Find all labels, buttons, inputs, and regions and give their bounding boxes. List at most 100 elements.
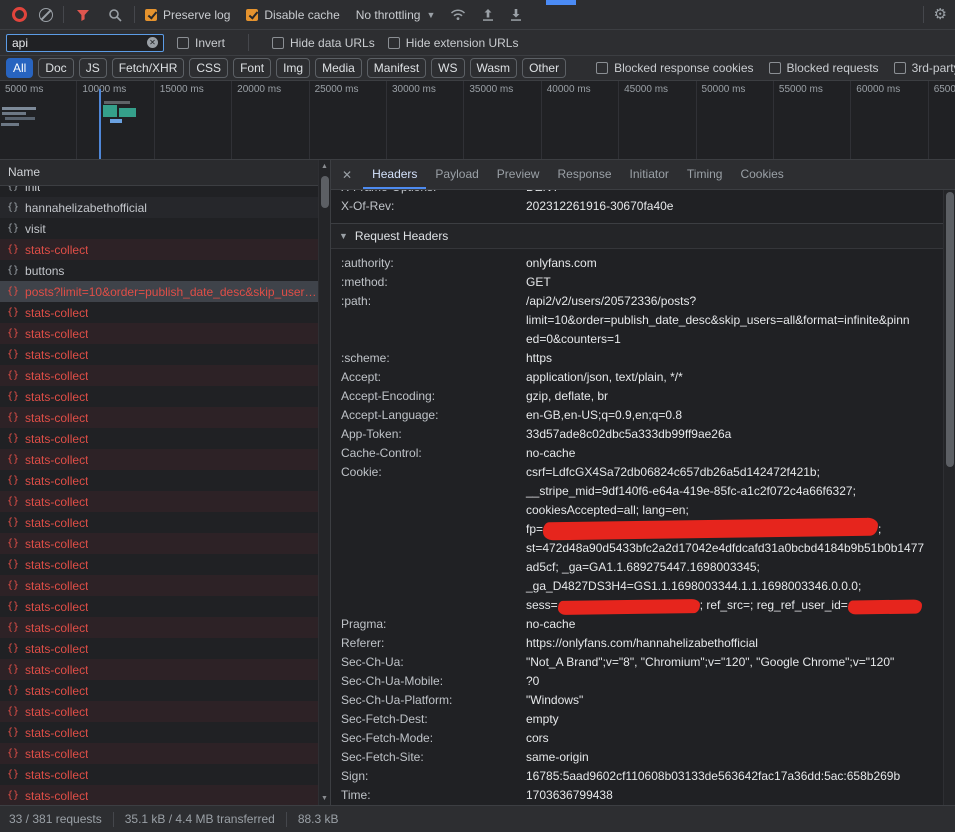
filter-chip-css[interactable]: CSS: [189, 58, 228, 78]
filter-chip-fetch-xhr[interactable]: Fetch/XHR: [112, 58, 185, 78]
filter-chip-all[interactable]: All: [6, 58, 33, 78]
request-row[interactable]: {}stats-collect: [0, 449, 318, 470]
export-har-icon[interactable]: [507, 6, 525, 24]
request-row[interactable]: {}stats-collect: [0, 302, 318, 323]
tab-cookies[interactable]: Cookies: [731, 160, 792, 189]
request-row[interactable]: {}stats-collect: [0, 365, 318, 386]
filter-chip-media[interactable]: Media: [315, 58, 362, 78]
requests-scrollbar[interactable]: ▲ ▼: [318, 160, 330, 805]
hide-extension-urls-checkbox[interactable]: Hide extension URLs: [388, 36, 519, 50]
request-row[interactable]: {}stats-collect: [0, 386, 318, 407]
header-name: :scheme:: [331, 349, 526, 368]
network-conditions-icon[interactable]: [449, 6, 467, 24]
top-blue-strip: [546, 0, 576, 5]
script-icon: {}: [7, 202, 19, 213]
header-row: :scheme:https: [331, 349, 943, 368]
request-row[interactable]: {}stats-collect: [0, 533, 318, 554]
checkbox-blocked-requests[interactable]: Blocked requests: [769, 61, 879, 75]
request-row[interactable]: {}stats-collect: [0, 491, 318, 512]
header-row: Sec-Ch-Ua:"Not_A Brand";v="8", "Chromium…: [331, 653, 943, 672]
filter-input[interactable]: api ✕: [6, 34, 164, 52]
network-status-bar: 33 / 381 requests 35.1 kB / 4.4 MB trans…: [0, 805, 955, 832]
search-icon[interactable]: [106, 6, 124, 24]
filter-chip-other[interactable]: Other: [522, 58, 566, 78]
invert-checkbox[interactable]: Invert: [177, 36, 225, 50]
header-name: Sign:: [331, 767, 526, 786]
settings-gear-icon[interactable]: ⚙: [934, 7, 947, 22]
filter-chip-ws[interactable]: WS: [431, 58, 464, 78]
request-row[interactable]: {}stats-collect: [0, 428, 318, 449]
scrollbar-thumb[interactable]: [946, 192, 954, 467]
header-row: Sec-Ch-Ua-Mobile:?0: [331, 672, 943, 691]
request-row[interactable]: {}stats-collect: [0, 344, 318, 365]
filter-chip-img[interactable]: Img: [276, 58, 310, 78]
request-row[interactable]: {}stats-collect: [0, 617, 318, 638]
checkbox-box: [596, 62, 608, 74]
request-row[interactable]: {}stats-collect: [0, 470, 318, 491]
request-row[interactable]: {}stats-collect: [0, 680, 318, 701]
filter-chip-js[interactable]: JS: [79, 58, 107, 78]
request-list-panel: Name {}init{}hannahelizabethofficial{}vi…: [0, 160, 318, 805]
header-row: Sec-Fetch-Mode:cors: [331, 729, 943, 748]
disable-cache-checkbox[interactable]: Disable cache: [246, 8, 339, 22]
script-icon: {}: [7, 454, 19, 465]
hide-extension-urls-label: Hide extension URLs: [406, 36, 519, 50]
clear-filter-icon[interactable]: ✕: [147, 37, 158, 48]
record-button[interactable]: [12, 7, 27, 22]
overview-tick: 5000 ms: [0, 81, 77, 159]
header-name: Sec-Ch-Ua-Mobile:: [331, 672, 526, 691]
request-row[interactable]: {}stats-collect: [0, 743, 318, 764]
details-scrollbar[interactable]: [943, 190, 955, 805]
tab-payload[interactable]: Payload: [426, 160, 487, 189]
request-name: stats-collect: [25, 516, 88, 530]
scrollbar-thumb[interactable]: [321, 176, 329, 208]
request-row[interactable]: {} stats-collect: [0, 512, 318, 533]
throttling-select[interactable]: No throttling ▼: [356, 8, 436, 22]
script-icon: {}: [7, 517, 19, 528]
request-row[interactable]: {}init: [0, 186, 318, 197]
checkbox-3rd-party-requests[interactable]: 3rd-party requests: [894, 61, 955, 75]
tab-initiator[interactable]: Initiator: [621, 160, 678, 189]
request-row[interactable]: {}buttons: [0, 260, 318, 281]
request-row[interactable]: {}stats-collect: [0, 407, 318, 428]
checkbox-blocked-response-cookies[interactable]: Blocked response cookies: [596, 61, 753, 75]
request-row[interactable]: {}stats-collect: [0, 575, 318, 596]
request-row[interactable]: {}hannahelizabethofficial: [0, 197, 318, 218]
close-icon[interactable]: ✕: [331, 168, 363, 182]
overview-selection-line: [99, 89, 101, 160]
preserve-log-checkbox[interactable]: Preserve log: [145, 8, 230, 22]
request-row[interactable]: {}stats-collect: [0, 239, 318, 260]
request-row[interactable]: {}stats-collect: [0, 764, 318, 785]
filter-chip-wasm[interactable]: Wasm: [470, 58, 518, 78]
clear-network-log-icon[interactable]: [39, 8, 53, 22]
import-har-icon[interactable]: [479, 6, 497, 24]
request-row[interactable]: {}stats-collect: [0, 659, 318, 680]
scroll-down-icon[interactable]: ▼: [321, 795, 328, 802]
tab-response[interactable]: Response: [548, 160, 620, 189]
request-row[interactable]: {}stats-collect: [0, 701, 318, 722]
hide-data-urls-checkbox[interactable]: Hide data URLs: [272, 36, 375, 50]
request-row[interactable]: {}stats-collect: [0, 323, 318, 344]
request-row[interactable]: {}stats-collect: [0, 554, 318, 575]
filter-chip-doc[interactable]: Doc: [38, 58, 73, 78]
request-row[interactable]: {}stats-collect: [0, 722, 318, 743]
script-icon: {}: [7, 328, 19, 339]
request-row[interactable]: {}stats-collect: [0, 596, 318, 617]
filter-icon[interactable]: [74, 6, 92, 24]
scroll-up-icon[interactable]: ▲: [321, 163, 328, 170]
request-headers-section[interactable]: ▼ Request Headers: [331, 223, 943, 249]
filter-chip-manifest[interactable]: Manifest: [367, 58, 426, 78]
tab-headers[interactable]: Headers: [363, 160, 426, 189]
request-row[interactable]: {}visit: [0, 218, 318, 239]
checkbox-box: [177, 37, 189, 49]
request-name: stats-collect: [25, 768, 88, 782]
tab-preview[interactable]: Preview: [488, 160, 549, 189]
request-row[interactable]: {}stats-collect: [0, 785, 318, 805]
timeline-overview[interactable]: 5000 ms10000 ms15000 ms20000 ms25000 ms3…: [0, 81, 955, 160]
tab-timing[interactable]: Timing: [678, 160, 732, 189]
request-row[interactable]: {}stats-collect: [0, 638, 318, 659]
request-name: stats-collect: [25, 642, 88, 656]
filter-chip-font[interactable]: Font: [233, 58, 271, 78]
request-row[interactable]: {}posts?limit=10&order=publish_date_desc…: [0, 281, 318, 302]
name-column-header[interactable]: Name: [0, 160, 318, 186]
